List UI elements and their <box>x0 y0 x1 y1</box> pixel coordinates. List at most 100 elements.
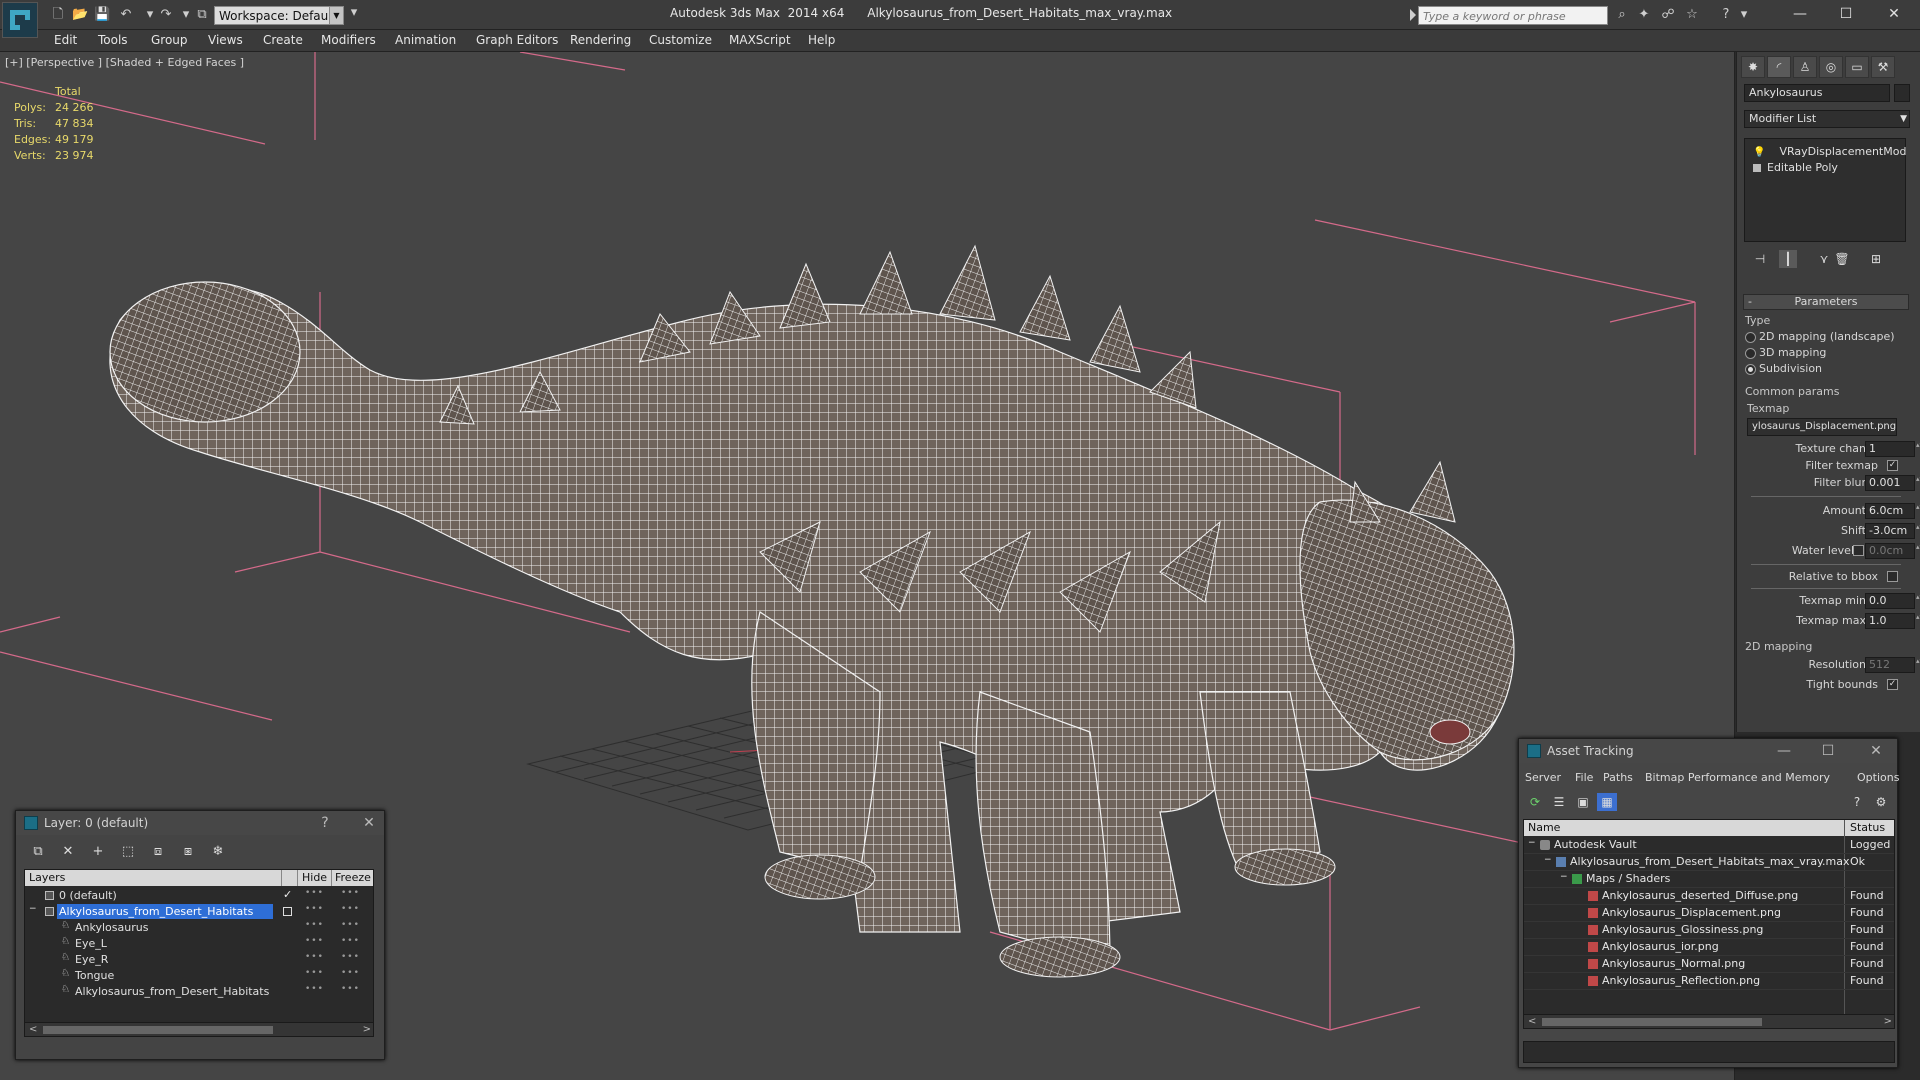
freeze-toggle[interactable]: ••• <box>341 952 360 962</box>
binoculars-search-icon[interactable]: ⌕ <box>1614 7 1630 23</box>
close-icon[interactable]: ✕ <box>1867 742 1885 760</box>
hide-toggle[interactable]: ••• <box>305 936 324 946</box>
filter-blur-spinner[interactable]: 0.001 <box>1865 475 1920 491</box>
configure-sets-icon[interactable]: ⊞ <box>1867 250 1885 268</box>
menu-tools[interactable]: Tools <box>98 33 128 47</box>
workspace-dropdown[interactable]: Workspace: Default ▼ <box>214 6 344 25</box>
hide-toggle[interactable]: ••• <box>305 904 324 914</box>
thumbnail-view-icon[interactable]: ▣ <box>1573 793 1593 811</box>
create-layer-icon[interactable]: ⧉ <box>28 843 48 861</box>
menu-edit[interactable]: Edit <box>54 33 77 47</box>
layer-row[interactable]: ♘ Ankylosaurus ••• ••• <box>25 920 373 936</box>
asset-row[interactable]: Ankylosaurus_ior.png Found <box>1524 939 1894 956</box>
pin-stack-icon[interactable]: ⊣ <box>1751 250 1769 268</box>
lightbulb-icon[interactable]: 💡 <box>1753 147 1765 158</box>
set-current-layer-box[interactable] <box>283 907 292 916</box>
layer-horizontal-scrollbar[interactable]: < > <box>25 1022 373 1036</box>
texmap-button[interactable]: ylosaurus_Displacement.png) <box>1747 418 1897 436</box>
asset-row[interactable]: Ankylosaurus_Reflection.png Found <box>1524 973 1894 990</box>
layer-row[interactable]: ♘ Tongue ••• ••• <box>25 968 373 984</box>
undo-dropdown-icon[interactable]: ▾ <box>142 7 158 23</box>
asset-menu-options[interactable]: Options <box>1857 771 1899 784</box>
menu-animation[interactable]: Animation <box>395 33 456 47</box>
menu-maxscript[interactable]: MAXScript <box>729 33 791 47</box>
stack-item-vraydisplacement[interactable]: 💡 VRayDisplacementMod <box>1753 145 1906 158</box>
object-color-swatch[interactable] <box>1894 84 1910 102</box>
layer-row[interactable]: ♘ Eye_L ••• ••• <box>25 936 373 952</box>
filter-texmap-checkbox[interactable]: ✓ <box>1887 460 1898 471</box>
tab-modify[interactable]: ◜ <box>1767 56 1791 78</box>
refresh-icon[interactable]: ⟳ <box>1525 793 1545 811</box>
freeze-toggle[interactable]: ••• <box>341 888 360 898</box>
modifier-stack[interactable]: 💡 VRayDisplacementMod Editable Poly <box>1744 138 1906 242</box>
subscription-center-icon[interactable]: ✦ <box>1636 7 1652 23</box>
scrollbar-thumb[interactable] <box>1542 1018 1762 1026</box>
asset-row[interactable]: − Alkylosaurus_from_Desert_Habitats_max_… <box>1524 854 1894 871</box>
layer-row[interactable]: − Alkylosaurus_from_Desert_Habitats ••• … <box>25 904 373 920</box>
col-name[interactable]: Name <box>1528 821 1560 834</box>
menu-customize[interactable]: Customize <box>649 33 712 47</box>
asset-path-field[interactable] <box>1523 1041 1895 1063</box>
modifier-list-dropdown[interactable]: Modifier List ▼ <box>1744 110 1910 128</box>
menu-rendering[interactable]: Rendering <box>570 33 631 47</box>
hide-toggle[interactable]: ••• <box>305 984 324 994</box>
table-view-icon[interactable]: ▦ <box>1597 793 1617 811</box>
water-level-spinner[interactable]: 0.0cm <box>1865 543 1920 559</box>
maximize-button[interactable]: ☐ <box>1826 4 1866 24</box>
highlight-layer-icon[interactable]: ⧈ <box>148 843 168 861</box>
redo-icon[interactable]: ↷ <box>158 7 174 23</box>
texmap-min-spinner[interactable]: 0.0 <box>1865 593 1920 609</box>
tab-motion[interactable]: ◎ <box>1819 56 1843 78</box>
collapse-icon[interactable]: − <box>1544 855 1552 865</box>
make-unique-icon[interactable]: ⋎ <box>1815 250 1833 268</box>
hide-toggle[interactable]: ••• <box>305 952 324 962</box>
layer-row[interactable]: ♘ Eye_R ••• ••• <box>25 952 373 968</box>
close-window-button[interactable]: ✕ <box>1874 4 1914 24</box>
texmap-max-spinner[interactable]: 1.0 <box>1865 613 1920 629</box>
relative-bbox-checkbox[interactable] <box>1887 571 1898 582</box>
open-file-icon[interactable]: 📂 <box>72 7 88 23</box>
undo-icon[interactable]: ↶ <box>118 7 134 23</box>
collapse-icon[interactable]: − <box>29 904 37 914</box>
maximize-icon[interactable]: ☐ <box>1819 742 1837 760</box>
search-input[interactable]: Type a keyword or phrase <box>1418 6 1608 25</box>
asset-menu-paths[interactable]: Paths <box>1603 771 1633 784</box>
scrollbar-thumb[interactable] <box>43 1026 273 1034</box>
asset-list[interactable]: Name Status − Autodesk Vault Logged O − … <box>1523 819 1895 1029</box>
freeze-toggle[interactable]: ••• <box>341 936 360 946</box>
search-expand-icon[interactable] <box>1410 9 1416 21</box>
water-level-checkbox[interactable] <box>1853 545 1864 556</box>
menu-graph-editors[interactable]: Graph Editors <box>476 33 558 47</box>
tab-utilities[interactable]: ⚒ <box>1871 56 1895 78</box>
redo-dropdown-icon[interactable]: ▾ <box>178 7 194 23</box>
shift-spinner[interactable]: -3.0cm <box>1865 523 1920 539</box>
asset-row[interactable]: − Autodesk Vault Logged O <box>1524 837 1894 854</box>
tight-bounds-checkbox[interactable]: ✓ <box>1887 679 1898 690</box>
asset-menu-file[interactable]: File <box>1575 771 1593 784</box>
col-layers[interactable]: Layers <box>29 871 65 884</box>
asset-dialog-titlebar[interactable]: Asset Tracking <box>1519 739 1897 763</box>
asset-row[interactable]: Ankylosaurus_Glossiness.png Found <box>1524 922 1894 939</box>
object-name-field[interactable]: Ankylosaurus <box>1744 84 1890 102</box>
layer-row[interactable]: ♘ Alkylosaurus_from_Desert_Habitats ••• … <box>25 984 373 1000</box>
freeze-toggle[interactable]: ••• <box>341 904 360 914</box>
freeze-all-layers-icon[interactable]: ❄ <box>208 843 228 861</box>
list-view-icon[interactable]: ☰ <box>1549 793 1569 811</box>
menu-views[interactable]: Views <box>208 33 243 47</box>
col-status[interactable]: Status <box>1850 821 1885 834</box>
select-objects-icon[interactable]: ⬚ <box>118 843 138 861</box>
asset-menu-server[interactable]: Server <box>1525 771 1561 784</box>
menu-help[interactable]: Help <box>808 33 835 47</box>
help-dropdown-icon[interactable]: ▾ <box>1736 7 1752 23</box>
project-folder-icon[interactable]: ⧉ <box>194 7 210 23</box>
add-to-layer-icon[interactable]: + <box>88 843 108 861</box>
help-icon[interactable]: ? <box>316 814 334 832</box>
app-menu-button[interactable] <box>2 2 38 38</box>
favorites-star-icon[interactable]: ☆ <box>1684 7 1700 23</box>
asset-row[interactable]: Ankylosaurus_Displacement.png Found <box>1524 905 1894 922</box>
parameters-rollout-header[interactable]: - Parameters <box>1743 294 1909 310</box>
layer-list[interactable]: Layers Hide Freeze 0 (default) ✓ ••• •••… <box>24 869 374 1037</box>
resolution-spinner[interactable]: 512 <box>1865 657 1920 673</box>
settings-icon[interactable]: ⚙ <box>1871 793 1891 811</box>
amount-spinner[interactable]: 6.0cm <box>1865 503 1920 519</box>
